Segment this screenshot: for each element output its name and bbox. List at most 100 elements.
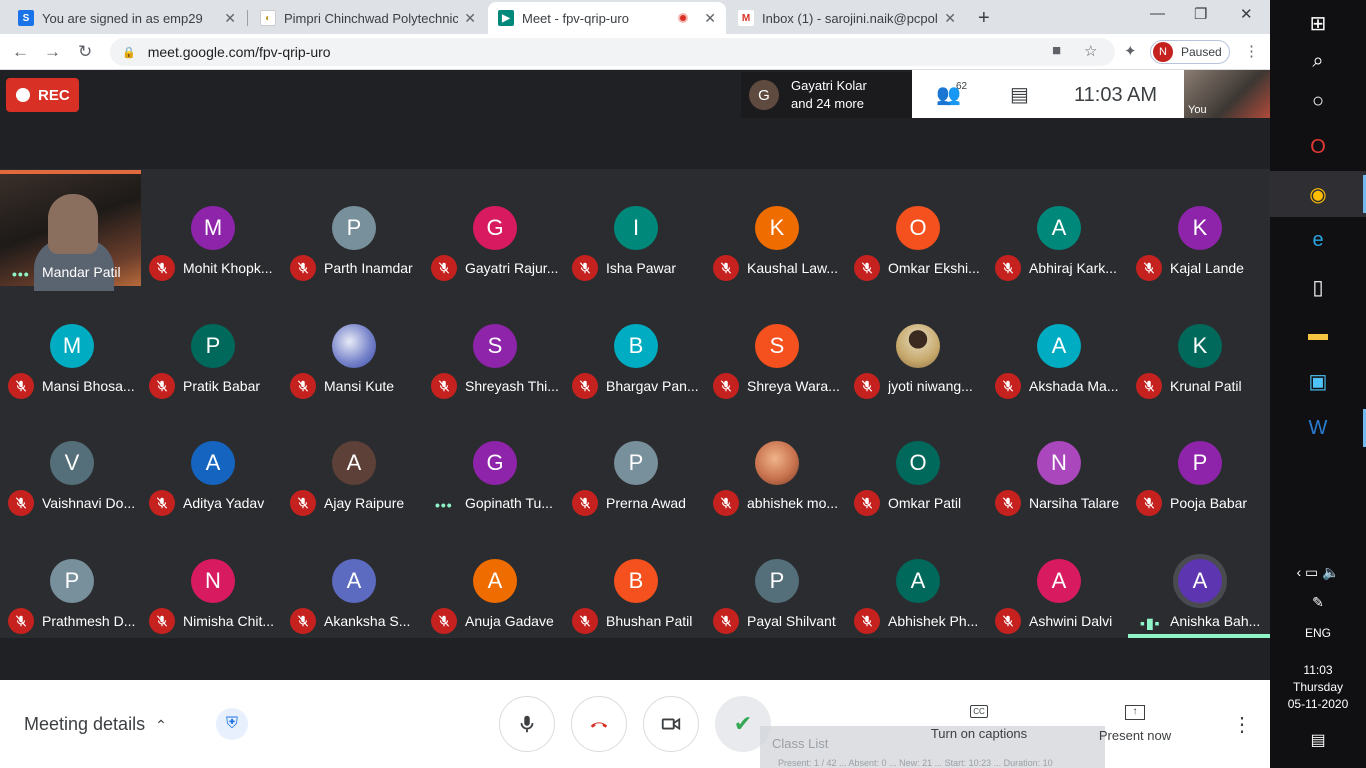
participant-name: Pratik Babar	[183, 377, 261, 394]
avatar: I	[614, 206, 658, 250]
participant-tile[interactable]: G Gayatri Rajur...	[423, 170, 564, 287]
mic-off-icon	[290, 490, 316, 516]
participant-tile[interactable]: A Anuja Gadave	[423, 523, 564, 640]
participant-tile[interactable]: S Shreya Wara...	[705, 288, 846, 405]
more-options-icon[interactable]: ⋮	[1232, 712, 1252, 737]
participant-tile-video[interactable]: ••• Mandar Patil	[0, 170, 141, 291]
participant-tile[interactable]: M Mohit Khopk...	[141, 170, 282, 287]
hang-up-icon	[590, 722, 608, 728]
participant-tile[interactable]: A Ajay Raipure	[282, 405, 423, 522]
camera-button[interactable]	[643, 696, 699, 752]
close-icon[interactable]: ✕	[704, 10, 716, 27]
participant-tile[interactable]: O Omkar Ekshi...	[846, 170, 987, 287]
participant-tile[interactable]: Mansi Kute	[282, 288, 423, 405]
participant-tile[interactable]: A Aditya Yadav	[141, 405, 282, 522]
forward-icon[interactable]: →	[44, 42, 61, 62]
language-indicator[interactable]: ENG	[1270, 626, 1366, 640]
back-icon[interactable]: ←	[12, 42, 29, 62]
tab-polytechnic[interactable]: ◐ Pimpri Chinchwad Polytechnic ✕	[250, 2, 486, 34]
mic-off-icon	[995, 490, 1021, 516]
restore-icon[interactable]: ❐	[1194, 5, 1207, 23]
chat-icon[interactable]: ▤	[1010, 82, 1029, 107]
participant-tile[interactable]: B Bhargav Pan...	[564, 288, 705, 405]
participant-tile[interactable]: G ••• Gopinath Tu...	[423, 405, 564, 522]
microphone-button[interactable]	[499, 696, 555, 752]
participant-tile[interactable]: B Bhushan Patil	[564, 523, 705, 640]
participant-tile[interactable]: P Parth Inamdar	[282, 170, 423, 287]
edge-icon[interactable]: e	[1270, 217, 1366, 263]
pen-icon[interactable]: ✎	[1270, 594, 1366, 611]
checkmark-icon: ✔	[733, 711, 753, 736]
bookmark-star-icon[interactable]: ☆	[1084, 42, 1097, 60]
participant-tile[interactable]: abhishek mo...	[705, 405, 846, 522]
window-close-icon[interactable]: ✕	[1240, 5, 1253, 23]
menu-icon[interactable]: ⋮	[1244, 42, 1259, 60]
participant-name: Narsiha Talare	[1029, 495, 1120, 511]
file-explorer-icon[interactable]: ▬	[1270, 311, 1366, 357]
rec-label: REC	[38, 86, 70, 104]
close-icon[interactable]: ✕	[944, 10, 956, 27]
close-icon[interactable]: ✕	[464, 10, 476, 27]
opera-icon[interactable]: O	[1270, 124, 1366, 170]
participant-video-face	[48, 194, 98, 254]
participant-tile[interactable]: A Ashwini Dalvi	[987, 523, 1128, 640]
participant-tile[interactable]: O Omkar Patil	[846, 405, 987, 522]
participant-tile[interactable]: P Pratik Babar	[141, 288, 282, 405]
tray-icons[interactable]: ‹ ▭ 🔈	[1270, 564, 1366, 581]
participant-tile[interactable]: K Krunal Patil	[1128, 288, 1269, 405]
participant-tile[interactable]: N Narsiha Talare	[987, 405, 1128, 522]
extensions-icon[interactable]: ✦	[1124, 42, 1137, 60]
participant-tile[interactable]: S Shreyash Thi...	[423, 288, 564, 405]
notifications-icon[interactable]: ▤	[1270, 730, 1366, 750]
mic-off-icon	[8, 490, 34, 516]
chrome-icon[interactable]: ◉	[1270, 171, 1366, 217]
close-icon[interactable]: ✕	[224, 10, 236, 27]
participant-tile[interactable]: jyoti niwang...	[846, 288, 987, 405]
camera-icon[interactable]: ■	[1052, 42, 1061, 59]
profile-status: Paused	[1181, 45, 1222, 59]
profile-button[interactable]: N Paused	[1150, 40, 1230, 64]
participant-name: Abhishek Ph...	[888, 612, 979, 629]
participant-tile[interactable]: P Prerna Awad	[564, 405, 705, 522]
avatar: S	[755, 323, 799, 368]
participant-name: Omkar Patil	[888, 495, 962, 511]
leave-call-button[interactable]	[571, 696, 627, 752]
address-bar: ← → ↻ 🔒 meet.google.com/fpv-qrip-uro ■ ☆…	[0, 34, 1270, 70]
tab-inbox[interactable]: M Inbox (1) - sarojini.naik@pcpolyte ✕	[728, 2, 966, 34]
participant-tile[interactable]: A ▪▮▪ Anishka Bah...	[1128, 523, 1269, 640]
participant-tile[interactable]: N Nimisha Chit...	[141, 523, 282, 640]
participant-tile[interactable]: A Abhishek Ph...	[846, 523, 987, 640]
presenter-chip[interactable]: G Gayatri Kolar and 24 more	[741, 72, 913, 118]
tab-meet[interactable]: ▶ Meet - fpv-qrip-uro ✕	[488, 2, 726, 34]
participant-tile[interactable]: A Akanksha S...	[282, 523, 423, 640]
store-icon[interactable]: ▣	[1270, 358, 1366, 404]
participant-tile[interactable]: V Vaishnavi Do...	[0, 405, 141, 522]
host-controls-shield-icon[interactable]: ⛨	[216, 708, 248, 740]
present-now-button[interactable]: ↑ Present now	[1094, 702, 1176, 743]
url-field[interactable]: 🔒 meet.google.com/fpv-qrip-uro	[110, 38, 1115, 66]
self-view[interactable]: You	[1184, 70, 1270, 118]
minimize-icon[interactable]: —	[1150, 5, 1165, 22]
clock-time[interactable]: 11:03	[1270, 663, 1366, 677]
avatar: A	[332, 441, 376, 485]
participant-tile[interactable]: K Kajal Lande	[1128, 170, 1269, 287]
reload-icon[interactable]: ↻	[78, 42, 92, 62]
cortana-icon[interactable]: ○	[1270, 78, 1366, 124]
meeting-details-button[interactable]: Meeting details ⌃	[24, 714, 167, 735]
participant-tile[interactable]: I Isha Pawar	[564, 170, 705, 287]
participant-tile[interactable]: P Prathmesh D...	[0, 523, 141, 640]
word-icon[interactable]: W	[1270, 405, 1366, 451]
microphone-icon	[520, 715, 534, 733]
participant-name: Ajay Raipure	[324, 495, 405, 511]
participant-tile[interactable]: P Pooja Babar	[1128, 405, 1269, 522]
new-tab-button[interactable]: +	[978, 7, 990, 30]
mic-off-icon	[995, 372, 1021, 399]
participant-tile[interactable]: A Abhiraj Kark...	[987, 170, 1128, 287]
participant-tile[interactable]: M Mansi Bhosa...	[0, 288, 141, 405]
participant-tile[interactable]: K Kaushal Law...	[705, 170, 846, 287]
participant-tile[interactable]: A Akshada Ma...	[987, 288, 1128, 405]
participant-tile[interactable]: P Payal Shilvant	[705, 523, 846, 640]
tab-signed-in[interactable]: S You are signed in as emp29 ✕	[8, 2, 246, 34]
captions-button[interactable]: CC Turn on captions	[924, 702, 1034, 741]
document-icon[interactable]: ▯	[1270, 264, 1366, 310]
